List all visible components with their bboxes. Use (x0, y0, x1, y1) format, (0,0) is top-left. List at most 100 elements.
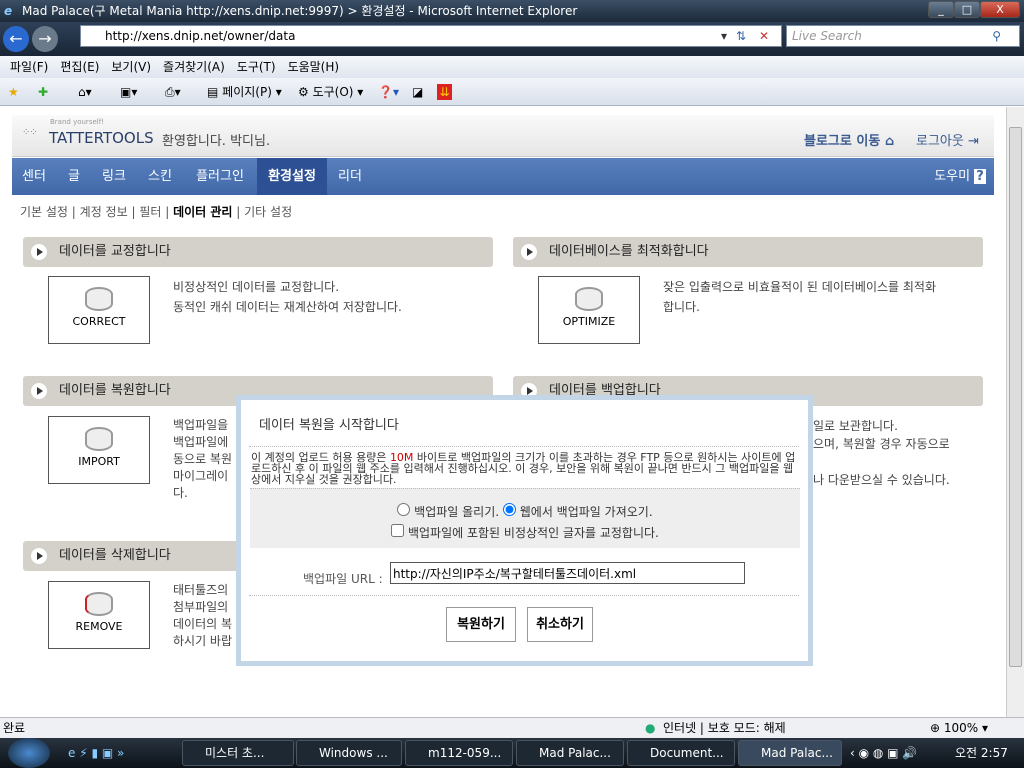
tab-reader[interactable]: 리더 (332, 158, 368, 195)
address-bar[interactable]: http://xens.dnip.net/owner/data ▾ ⇅ ✕ (80, 25, 782, 47)
import-button[interactable]: IMPORT (48, 416, 150, 484)
menu-tools[interactable]: 도구(T) (237, 60, 276, 74)
tab-skin[interactable]: 스킨 (140, 158, 180, 195)
radio-upload[interactable]: 백업파일 올리기. (397, 503, 500, 519)
logo-dots-icon: ⁘⁘ (22, 127, 38, 138)
zoom-control[interactable]: ⊕ 100% ▾ (930, 718, 988, 738)
tab-links[interactable]: 링크 (96, 158, 132, 195)
scroll-thumb[interactable] (1009, 127, 1022, 667)
tab-center[interactable]: 센터 (12, 158, 56, 195)
play-icon (31, 548, 47, 564)
sub-nav: 기본 설정 | 계정 정보 | 필터 | 데이터 관리 | 기타 설정 (20, 205, 293, 219)
taskbar-item[interactable]: 미스터 초... (182, 740, 294, 766)
tab-plugins[interactable]: 플러그인 (188, 158, 252, 195)
dialog-title: 데이터 복원을 시작합니다 (259, 418, 399, 433)
url-label: 백업파일 URL : (303, 572, 383, 586)
tools-menu[interactable]: ⚙ 도구(O) ▾ (298, 78, 363, 106)
zoom-level: 100% (943, 721, 979, 735)
search-icon[interactable]: ⚲ (992, 26, 1001, 46)
addon-icon[interactable]: ◪ (412, 78, 423, 106)
menu-favorites[interactable]: 즐겨찾기(A) (163, 60, 225, 74)
section-title: 데이터를 삭제합니다 (59, 548, 171, 563)
desc-line: 데이터의 복 (173, 617, 233, 631)
subnav-filter[interactable]: 필터 (139, 205, 161, 219)
fix-chars-option[interactable]: 백업파일에 포함된 비정상적인 글자를 교정합니다. (250, 524, 800, 541)
menu-file[interactable]: 파일(F) (10, 60, 48, 74)
desc-line: 일로 보관합니다. (813, 419, 898, 433)
tab-settings[interactable]: 환경설정 (257, 158, 327, 195)
import-label: IMPORT (78, 455, 120, 468)
logout-link[interactable]: 로그아웃 ⇥ (916, 130, 979, 149)
remove-button[interactable]: REMOVE (48, 581, 150, 649)
subnav-account[interactable]: 계정 정보 (80, 205, 128, 219)
url-text: http://xens.dnip.net/owner/data (105, 29, 296, 43)
radio-web-label: 웹에서 백업파일 가져오기. (519, 505, 653, 519)
menu-edit[interactable]: 편집(E) (60, 60, 99, 74)
window-title-bar: e Mad Palace(구 Metal Mania http://xens.d… (0, 0, 1024, 22)
refresh-icon[interactable]: ⇅ (736, 26, 746, 46)
maximize-button[interactable]: □ (954, 1, 980, 18)
logo: TATTERTOOLS (49, 129, 154, 147)
source-radio-group: 백업파일 올리기. 웹에서 백업파일 가져오기. (250, 503, 800, 520)
restore-button[interactable]: 복원하기 (446, 607, 516, 642)
play-icon (521, 244, 537, 260)
taskbar-item[interactable]: Document... (627, 740, 735, 766)
welcome-text: 환영합니다. 박디님. (162, 134, 271, 149)
clock[interactable]: 오전 2:57 (955, 738, 1008, 768)
status-bar: 완료 ● 인터넷 | 보호 모드: 해제 ⊕ 100% ▾ (0, 717, 1024, 738)
play-icon (31, 383, 47, 399)
back-button[interactable]: ← (3, 26, 29, 52)
optimize-button[interactable]: OPTIMIZE (538, 276, 640, 344)
remove-label: REMOVE (75, 620, 123, 633)
backup-url-input[interactable] (390, 562, 745, 584)
desc-line: 비정상적인 데이터를 교정합니다. (173, 280, 340, 294)
start-button[interactable] (8, 738, 50, 768)
stop-icon[interactable]: ✕ (759, 26, 769, 46)
section-header-correct: 데이터를 교정합니다 (23, 237, 493, 267)
taskbar-item[interactable]: Mad Palac... (738, 740, 842, 766)
home-icon: ⌂ (884, 134, 895, 149)
minimize-button[interactable]: _ (928, 1, 954, 18)
go-blog-link[interactable]: 블로그로 이동 ⌂ (804, 130, 894, 149)
subnav-basic[interactable]: 기본 설정 (20, 205, 68, 219)
fix-chars-checkbox[interactable] (391, 524, 405, 537)
remove-description: 태터툴즈의 첨부파일의 데이터의 복 하시기 바랍 (173, 582, 232, 650)
vertical-scrollbar[interactable] (1006, 107, 1024, 717)
add-favorites-icon[interactable]: ✚ (38, 78, 48, 106)
security-zone[interactable]: 인터넷 | 보호 모드: 해제 (663, 718, 786, 738)
subnav-etc[interactable]: 기타 설정 (244, 205, 292, 219)
status-text: 완료 (3, 721, 26, 735)
dropdown-icon[interactable]: ▾ (721, 26, 727, 46)
taskbar-item[interactable]: Mad Palac... (516, 740, 624, 766)
main-nav: 센터 글 링크 스킨 플러그인 환경설정 리더 도우미 ? (12, 158, 994, 195)
radio-web[interactable]: 웹에서 백업파일 가져오기. (502, 503, 653, 519)
tab-posts[interactable]: 글 (62, 158, 86, 195)
taskbar-item[interactable]: m112-059... (405, 740, 513, 766)
addon-red-icon[interactable]: ⇊ (437, 84, 452, 100)
feeds-icon[interactable]: ▣▾ (120, 78, 137, 106)
correct-button[interactable]: CORRECT (48, 276, 150, 344)
menu-help[interactable]: 도움말(H) (288, 60, 340, 74)
subnav-data[interactable]: 데이터 관리 (173, 205, 232, 219)
help-icon[interactable]: ❓▾ (378, 78, 399, 106)
menu-view[interactable]: 보기(V) (111, 60, 151, 74)
taskbar-item[interactable]: Windows ... (296, 740, 402, 766)
home-icon[interactable]: ⌂▾ (78, 78, 92, 106)
print-icon[interactable]: ⎙▾ (165, 78, 181, 106)
radio-upload-input[interactable] (397, 503, 411, 516)
forward-button[interactable]: → (32, 26, 58, 52)
help-link[interactable]: 도우미 ? (932, 158, 988, 195)
desc-line: 백업파일에 (173, 435, 229, 449)
desc-line: 하시기 바랍 (173, 634, 233, 648)
radio-upload-label: 백업파일 올리기. (414, 505, 500, 519)
close-button[interactable]: X (980, 1, 1020, 18)
page-menu[interactable]: ▤ 페이지(P) ▾ (207, 78, 282, 106)
desc-line: 마이그레이 (173, 469, 229, 483)
site-header: ⁘⁘ Brand yourself! TATTERTOOLS 환영합니다. 박디… (12, 115, 994, 157)
radio-web-input[interactable] (502, 503, 516, 516)
tray-icons[interactable]: ‹ ◉ ◍ ▣ 🔊 (850, 738, 917, 768)
favorites-star-icon[interactable]: ★ (8, 78, 19, 106)
quicklaunch-ie-icon[interactable]: e ⚡ ▮ ▣ » (68, 738, 124, 768)
search-input[interactable]: Live Search ⚲ (786, 25, 1020, 47)
cancel-button[interactable]: 취소하기 (527, 607, 593, 642)
